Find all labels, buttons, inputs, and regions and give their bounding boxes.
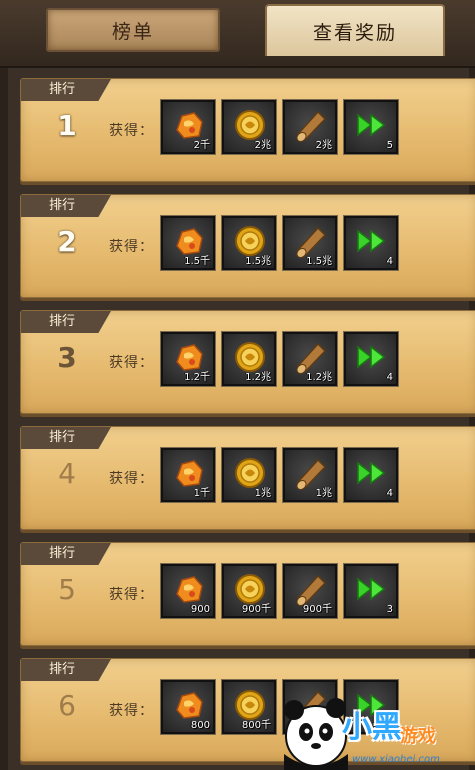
reward-slot-speedup[interactable]: 4 [343, 331, 399, 387]
reward-slot-seal[interactable]: 1千 [160, 447, 216, 503]
reward-slot-gold[interactable]: 1.5兆 [221, 215, 277, 271]
reward-slot-wood[interactable]: 1兆 [282, 447, 338, 503]
reward-slot-seal[interactable]: 2千 [160, 99, 216, 155]
reward-quantity: 2兆 [315, 140, 332, 151]
seal-icon [176, 692, 203, 719]
reward-slot-wood[interactable]: 900千 [282, 563, 338, 619]
rank-number: 3 [57, 341, 77, 374]
rank-tag: 排行 [21, 659, 111, 681]
reward-slot-speedup[interactable]: 5 [343, 99, 399, 155]
reward-slot-speedup[interactable]: 4 [343, 215, 399, 271]
rank-tag: 排行 [21, 427, 111, 449]
green-double-arrow-icon [357, 577, 386, 601]
green-double-arrow-icon [357, 113, 386, 137]
reward-card: 排行 5 获得： 900 900千 900千 3 [20, 542, 475, 646]
green-double-arrow-icon [357, 229, 386, 253]
reward-card: 排行 4 获得： 1千 1兆 1兆 4 [20, 426, 475, 530]
reward-quantity: 3 [386, 604, 393, 615]
reward-quantity: 4 [386, 372, 393, 383]
reward-slot-gold[interactable]: 2兆 [221, 99, 277, 155]
tab-view-rewards[interactable]: 查看奖励 [265, 4, 445, 56]
rank-tag: 排行 [21, 311, 111, 333]
reward-slot-seal[interactable]: 1.2千 [160, 331, 216, 387]
rank-tag: 排行 [21, 543, 111, 565]
reward-slot-seal[interactable]: 900 [160, 563, 216, 619]
rank-number: 1 [57, 109, 77, 142]
reward-slot-gold[interactable]: 1.2兆 [221, 331, 277, 387]
reward-quantity: 2兆 [254, 140, 271, 151]
rank-number: 4 [58, 457, 76, 490]
watermark-brand: 小黑 [342, 710, 402, 745]
reward-quantity: 4 [386, 488, 393, 499]
green-double-arrow-icon [357, 345, 386, 369]
reward-slot-speedup[interactable]: 3 [343, 563, 399, 619]
reward-card: 排行 3 获得： 1.2千 1.2兆 1.2兆 4 [20, 310, 475, 414]
reward-slot-speedup[interactable]: 4 [343, 447, 399, 503]
obtain-label: 获得： [109, 239, 154, 255]
reward-list[interactable]: 排行 1 获得： 2千 2兆 2兆 5 排行 2 获得： 1.5千 1.5兆 1… [0, 68, 475, 770]
watermark-url: www.xiaohei.com [352, 754, 440, 765]
reward-quantity: 900千 [241, 604, 271, 615]
reward-quantity: 900 [190, 604, 210, 615]
reward-slot-wood[interactable]: 1.2兆 [282, 331, 338, 387]
rank-number: 6 [58, 689, 76, 722]
rank-tag: 排行 [21, 195, 111, 217]
reward-quantity: 1.5兆 [306, 256, 332, 267]
obtain-label: 获得： [109, 123, 154, 139]
obtain-label: 获得： [109, 703, 154, 719]
reward-slot-gold[interactable]: 900千 [221, 563, 277, 619]
rank-tag: 排行 [21, 79, 111, 101]
reward-quantity: 1千 [193, 488, 210, 499]
reward-quantity: 4 [386, 256, 393, 267]
top-tab-bar: 榜单 查看奖励 [0, 0, 475, 69]
reward-slot-gold[interactable]: 1兆 [221, 447, 277, 503]
reward-quantity: 2千 [193, 140, 210, 151]
reward-slot-wood[interactable]: 2兆 [282, 99, 338, 155]
reward-quantity: 5 [386, 140, 393, 151]
reward-quantity: 1.2千 [184, 372, 210, 383]
reward-quantity: 1.2兆 [245, 372, 271, 383]
obtain-label: 获得： [109, 587, 154, 603]
reward-quantity: 1.5千 [184, 256, 210, 267]
reward-quantity: 1.5兆 [245, 256, 271, 267]
green-double-arrow-icon [357, 461, 386, 485]
rank-number: 2 [57, 225, 77, 258]
rank-number: 5 [58, 573, 76, 606]
reward-slot-seal[interactable]: 800 [160, 679, 216, 735]
reward-quantity: 900千 [302, 604, 332, 615]
reward-quantity: 1.2兆 [306, 372, 332, 383]
reward-quantity: 800 [190, 720, 210, 731]
reward-quantity: 800千 [241, 720, 271, 731]
reward-card: 排行 2 获得： 1.5千 1.5兆 1.5兆 4 [20, 194, 475, 298]
seal-icon [176, 576, 203, 603]
obtain-label: 获得： [109, 471, 154, 487]
tab-ranking[interactable]: 榜单 [46, 8, 220, 52]
watermark-sub: 游戏 [400, 726, 436, 747]
reward-slot-wood[interactable]: 1.5兆 [282, 215, 338, 271]
reward-quantity: 1兆 [254, 488, 271, 499]
reward-quantity: 1兆 [315, 488, 332, 499]
reward-card: 排行 1 获得： 2千 2兆 2兆 5 [20, 78, 475, 182]
reward-slot-gold[interactable]: 800千 [221, 679, 277, 735]
obtain-label: 获得： [109, 355, 154, 371]
reward-slot-seal[interactable]: 1.5千 [160, 215, 216, 271]
